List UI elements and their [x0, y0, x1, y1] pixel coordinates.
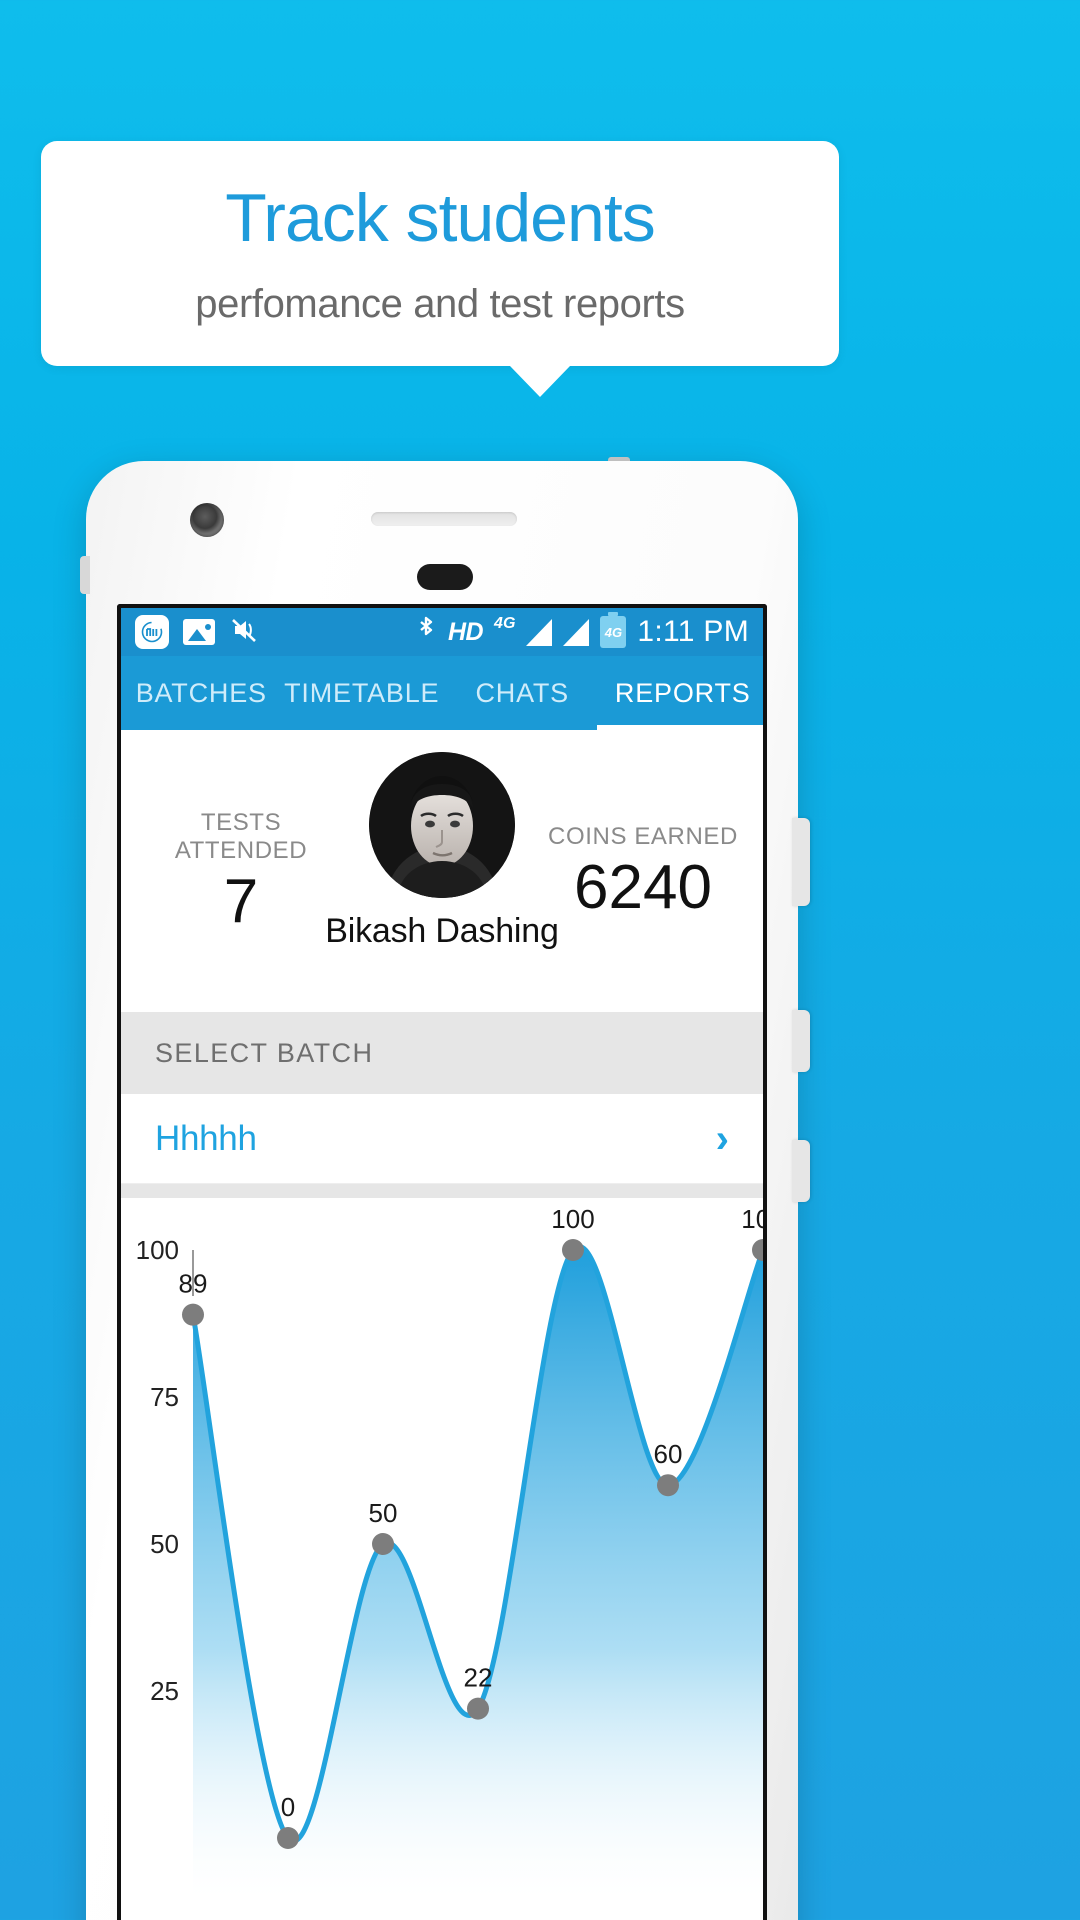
phone-power-button[interactable] — [792, 1010, 810, 1072]
chart-point-label: 100 — [551, 1204, 594, 1234]
chart-point — [657, 1474, 679, 1497]
tab-bar: BATCHES TIMETABLE CHATS REPORTS — [121, 656, 763, 730]
bluetooth-icon — [415, 614, 437, 651]
chevron-right-icon[interactable]: › — [716, 1119, 729, 1159]
select-batch-header: SELECT BATCH — [121, 1012, 763, 1094]
avatar-block: Bikash Dashing — [282, 752, 602, 951]
promo-bubble: Track students perfomance and test repor… — [41, 141, 839, 366]
y-axis-tick: 75 — [150, 1382, 179, 1412]
tab-reports[interactable]: REPORTS — [603, 678, 764, 709]
user-name: Bikash Dashing — [325, 912, 559, 950]
chart-point-label: 50 — [369, 1498, 398, 1528]
tab-batches[interactable]: BATCHES — [121, 678, 282, 709]
chart-svg: 100 75 50 25 89 0 50 22 100 60 100 — [136, 1204, 763, 1898]
tab-timetable[interactable]: TIMETABLE — [282, 678, 443, 709]
chart-point — [467, 1697, 489, 1720]
section-divider — [121, 1184, 763, 1198]
promo-bubble-tail — [510, 366, 570, 397]
earpiece-speaker — [371, 512, 517, 526]
y-axis-tick: 50 — [150, 1529, 179, 1559]
chart-point — [752, 1239, 763, 1261]
y-axis-tick: 100 — [136, 1235, 179, 1265]
batch-name: Hhhhh — [155, 1118, 257, 1158]
profile-summary: TESTS ATTENDED 7 Bikash Dashing COINS EA… — [121, 730, 763, 1012]
phone-volume-button[interactable] — [792, 818, 810, 906]
phone-left-nub — [80, 556, 90, 594]
performance-chart: 100 75 50 25 89 0 50 22 100 60 100 — [121, 1198, 763, 1918]
chart-point — [277, 1827, 299, 1849]
status-bar-right-icons: HD 4G 4G 1:11 PM — [415, 612, 749, 651]
chart-point — [562, 1239, 584, 1261]
chart-point-label: 22 — [464, 1663, 493, 1693]
signal-icon-1 — [526, 618, 553, 646]
signal-icon-2 — [563, 618, 590, 646]
network-label: 4G — [494, 615, 516, 632]
chart-point-label: 89 — [179, 1269, 208, 1299]
chart-point — [372, 1533, 394, 1555]
phone-screen: HD 4G 4G 1:11 PM BATCHES TIMETABLE CHATS… — [117, 604, 767, 1920]
chart-point-label: 100 — [741, 1204, 763, 1234]
front-camera-icon — [190, 503, 224, 537]
battery-icon: 4G — [600, 612, 627, 648]
mute-icon — [229, 615, 259, 650]
chart-area-fill — [193, 1246, 763, 1898]
tab-chats[interactable]: CHATS — [442, 678, 603, 709]
chart-point-label: 60 — [654, 1439, 683, 1469]
batch-row[interactable]: Hhhhh › — [121, 1094, 763, 1184]
promo-subhead: perfomance and test reports — [195, 282, 685, 326]
avatar[interactable] — [369, 752, 515, 898]
chart-point-label: 0 — [281, 1792, 295, 1822]
chart-point — [182, 1303, 204, 1326]
hd-label: HD — [447, 617, 484, 646]
status-bar: HD 4G 4G 1:11 PM — [121, 608, 763, 656]
image-icon — [183, 619, 215, 645]
mi-icon — [135, 615, 169, 649]
status-bar-left-icons — [135, 615, 259, 650]
status-bar-clock: 1:11 PM — [637, 615, 749, 648]
phone-side-button[interactable] — [792, 1140, 810, 1202]
y-axis-tick: 25 — [150, 1676, 179, 1706]
sensor-housing — [417, 564, 473, 590]
promo-headline: Track students — [225, 180, 655, 256]
